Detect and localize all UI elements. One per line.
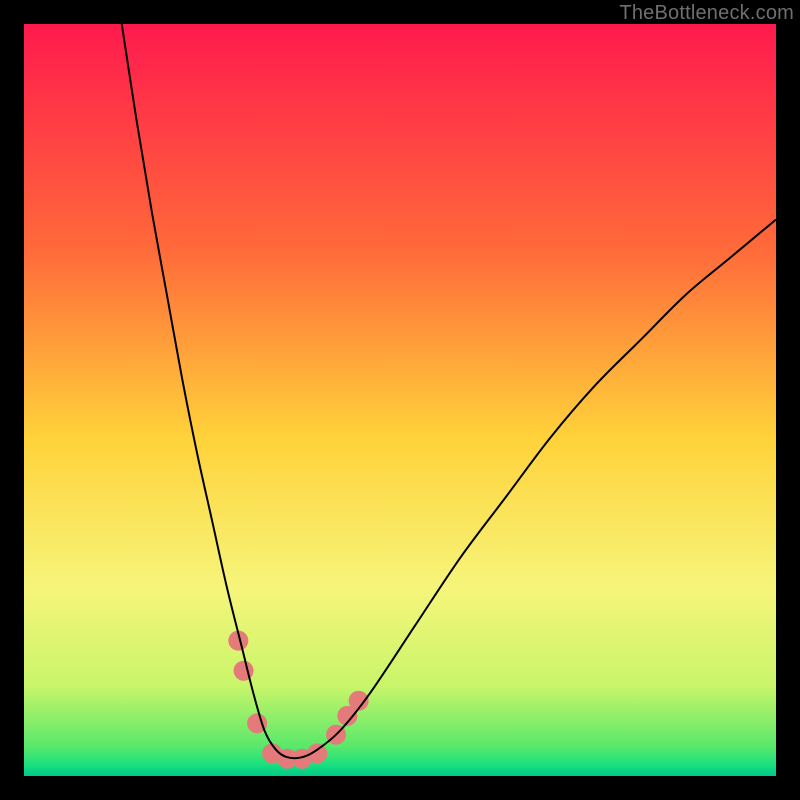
- bottleneck-chart: [24, 24, 776, 776]
- watermark-label: TheBottleneck.com: [619, 2, 794, 25]
- plot-frame: [24, 24, 776, 776]
- highlight-marker: [234, 661, 254, 681]
- gradient-background: [24, 24, 776, 776]
